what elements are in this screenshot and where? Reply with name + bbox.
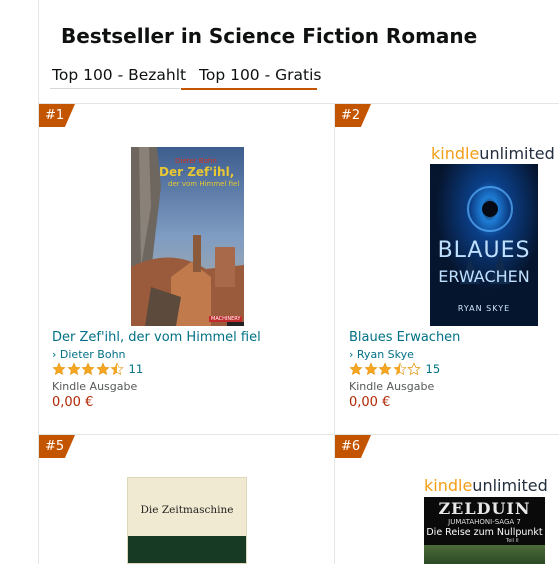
unlimited-wordmark: unlimited (472, 476, 548, 495)
cover-author: RYAN SKYE (457, 304, 511, 313)
cover-author: Dieter Bohn (175, 157, 217, 165)
cover-title-line1: BLAUES (437, 238, 531, 263)
cover-title-line1: ZELDUIN (438, 499, 531, 518)
star-full-icon (52, 362, 66, 375)
product-author-link[interactable]: › Dieter Bohn (52, 348, 126, 361)
unlimited-wordmark: unlimited (479, 144, 555, 163)
cover-publisher: MACHINERY (209, 316, 243, 322)
product-author-link[interactable]: › Ryan Skye (349, 348, 414, 361)
cover-subtitle: JUMATAHONI-SAGA 7 (448, 518, 521, 526)
product-cover-image[interactable]: BLAUES ERWACHEN RYAN SKYE (430, 164, 538, 326)
product-cover-image[interactable]: Die Zeitmaschine (127, 477, 247, 564)
star-full-icon (378, 362, 392, 375)
grid-divider-top (38, 103, 559, 104)
cover-title-line2: ERWACHEN (438, 267, 530, 286)
cover-title: Die Zeitmaschine (140, 504, 234, 516)
product-title-link[interactable]: Der Zef'ihl, der vom Himmel fiel (52, 330, 261, 345)
kindle-unlimited-logo: kindleunlimited (424, 476, 548, 495)
star-empty-icon (407, 362, 421, 376)
star-full-icon (95, 362, 110, 375)
tab-top100-paid[interactable]: Top 100 - Bezahlt (52, 65, 186, 89)
rating-count: 15 (425, 362, 441, 376)
product-format: Kindle Ausgabe (52, 380, 138, 393)
tab-top100-free[interactable]: Top 100 - Gratis (199, 65, 321, 89)
rating-count: 11 (128, 362, 144, 376)
product-format: Kindle Ausgabe (349, 380, 435, 393)
star-full-icon (81, 362, 95, 375)
star-half-icon (392, 362, 407, 375)
page-title: Bestseller in Science Fiction Romane (61, 24, 478, 48)
star-full-icon (349, 362, 363, 375)
tab-underline-inactive (50, 88, 180, 89)
rating-stars[interactable]: 11 (52, 362, 143, 376)
cover-small: Teil II (506, 538, 519, 544)
cover-title-line2: der vom Himmel fiel (168, 180, 240, 188)
product-cover-image[interactable]: Dieter Bohn Der Zef'ihl, der vom Himmel … (131, 147, 244, 326)
product-cover-image[interactable]: ZELDUIN JUMATAHONI-SAGA 7 Die Reise zum … (424, 497, 545, 564)
product-title-link[interactable]: Blaues Erwachen (349, 330, 460, 345)
cover-title-line1: Der Zef'ihl, (159, 165, 235, 179)
cover-title-line2: Die Reise zum Nullpunkt (426, 527, 543, 538)
product-price: 0,00 € (52, 395, 94, 410)
cover-band (128, 536, 246, 563)
grid-divider-middle (38, 434, 559, 435)
tab-underline-active (181, 88, 317, 90)
rating-stars[interactable]: 15 (349, 362, 440, 376)
product-price: 0,00 € (349, 395, 391, 410)
kindle-unlimited-logo: kindleunlimited (431, 144, 555, 163)
kindle-wordmark: kindle (431, 144, 480, 163)
star-full-icon (363, 362, 378, 375)
star-half-icon (110, 362, 124, 375)
grid-divider-vertical (334, 103, 335, 564)
kindle-wordmark: kindle (424, 476, 473, 495)
star-full-icon (66, 362, 81, 375)
cover-landscape (424, 545, 545, 564)
